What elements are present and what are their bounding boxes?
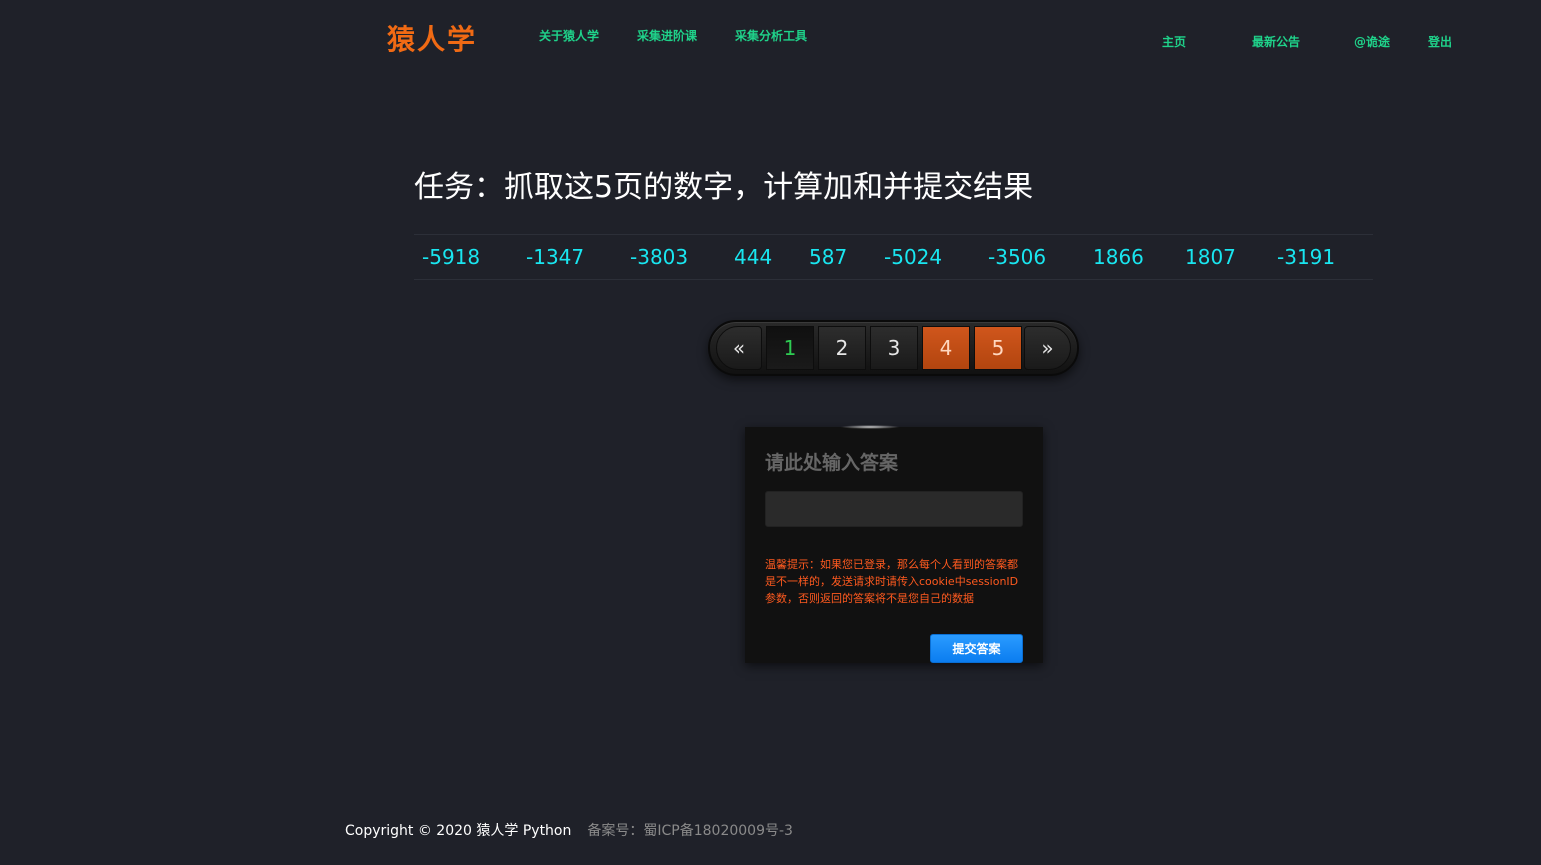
site-logo[interactable]: 猿人学 — [387, 22, 477, 58]
footer-copyright: Copyright © 2020 猿人学 Python — [345, 823, 572, 839]
answer-tip: 温馨提示：如果您已登录，那么每个人看到的答案都是不一样的，发送请求时请传入coo… — [765, 558, 1019, 605]
number-item: 444 — [734, 245, 773, 269]
nav-news[interactable]: 最新公告 — [1252, 34, 1300, 50]
page-button-1[interactable]: 1 — [766, 326, 814, 370]
page-button-2[interactable]: 2 — [818, 326, 866, 370]
page-button-5[interactable]: 5 — [974, 326, 1022, 370]
number-item: -5024 — [884, 245, 943, 269]
page-button-4[interactable]: 4 — [922, 326, 970, 370]
nav-user[interactable]: @诡途 — [1354, 34, 1390, 50]
answer-title: 请此处输入答案 — [765, 452, 899, 474]
numbers-row: -5918 -1347 -3803 444 587 -5024 -3506 18… — [414, 234, 1373, 280]
task-title: 任务：抓取这5页的数字，计算加和并提交结果 — [414, 170, 1034, 205]
page-button-3[interactable]: 3 — [870, 326, 918, 370]
number-item: 1866 — [1093, 245, 1144, 269]
page: 猿人学 关于猿人学 采集进阶课 采集分析工具 主页 最新公告 @诡途 登出 任务… — [0, 0, 1541, 865]
nav-advanced-course[interactable]: 采集进阶课 — [637, 28, 697, 44]
nav-right: 主页 最新公告 @诡途 登出 — [1162, 34, 1452, 50]
answer-panel: 请此处输入答案 温馨提示：如果您已登录，那么每个人看到的答案都是不一样的，发送请… — [745, 425, 1043, 663]
panel-glow — [840, 425, 900, 429]
number-item: 587 — [809, 245, 848, 269]
footer-icp-link[interactable]: 备案号：蜀ICP备18020009号-3 — [587, 820, 793, 840]
nav-left: 关于猿人学 采集进阶课 采集分析工具 — [539, 28, 807, 44]
nav-logout[interactable]: 登出 — [1428, 34, 1452, 50]
submit-answer-button[interactable]: 提交答案 — [930, 634, 1023, 663]
pagination: « 1 2 3 4 5 » — [708, 320, 1079, 376]
number-item: -5918 — [422, 245, 481, 269]
number-item: -3191 — [1277, 245, 1336, 269]
number-item: 1807 — [1185, 245, 1236, 269]
number-item: -1347 — [526, 245, 585, 269]
number-item: -3803 — [630, 245, 689, 269]
answer-input[interactable] — [765, 491, 1023, 527]
pagination-next-button[interactable]: » — [1024, 326, 1071, 370]
nav-home[interactable]: 主页 — [1162, 34, 1186, 50]
nav-about[interactable]: 关于猿人学 — [539, 28, 599, 44]
pagination-prev-button[interactable]: « — [716, 326, 762, 370]
nav-analysis-tools[interactable]: 采集分析工具 — [735, 28, 807, 44]
footer: Copyright © 2020 猿人学 Python 备案号：蜀ICP备180… — [345, 820, 793, 840]
number-item: -3506 — [988, 245, 1047, 269]
